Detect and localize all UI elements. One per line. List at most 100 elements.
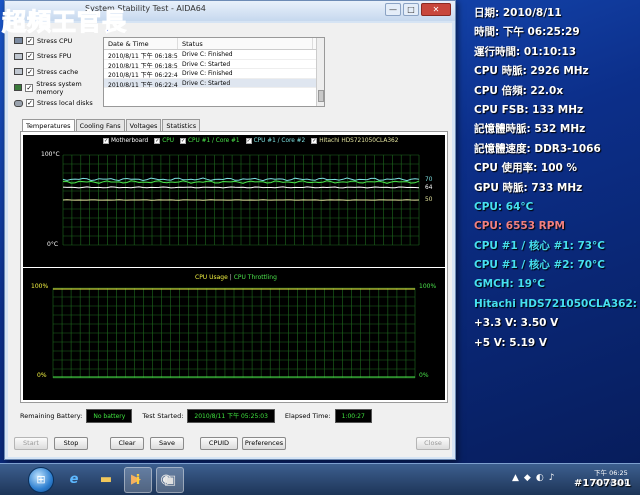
stress-cache-option[interactable]: ✓ Stress cache: [14, 64, 104, 80]
log-status-cell: Drive C: Started: [182, 79, 231, 87]
log-scrollbar[interactable]: [316, 38, 324, 106]
usage-legend: CPU Usage | CPU Throttling: [195, 274, 277, 281]
table-row[interactable]: 2010/8/11 下午 06:22:42 Drive C: Finished: [104, 69, 324, 79]
elapsed-time-label: Elapsed Time:: [284, 412, 331, 420]
disk-icon: [14, 99, 23, 107]
event-log-table[interactable]: Date & Time Status 2010/8/11 下午 06:18:52…: [103, 37, 325, 107]
internet-explorer-icon[interactable]: e: [60, 467, 88, 493]
legend-checkbox[interactable]: ✓: [154, 138, 161, 144]
info-core2-temp: CPU #1 / 核心 #2: 70°C: [474, 259, 606, 272]
log-header-date[interactable]: Date & Time: [104, 38, 178, 49]
legend-label: Hitachi HDS721050CLA362: [319, 138, 399, 144]
tab-cooling-fans[interactable]: Cooling Fans: [75, 119, 125, 131]
log-status-cell: Drive C: Finished: [182, 51, 233, 58]
core2-value-label: 70: [425, 177, 433, 183]
info-cpu-multiplier: CPU 倍頻: 22.0x: [474, 84, 564, 97]
system-info-overlay: 日期: 2010/8/11 時間: 下午 06:25:29 運行時間: 01:1…: [474, 4, 640, 353]
status-row: Remaining Battery: No battery Test Start…: [20, 409, 382, 423]
stress-memory-checkbox[interactable]: ✓: [25, 83, 34, 92]
log-date-cell: 2010/8/11 下午 06:22:42: [108, 81, 178, 88]
tab-voltages[interactable]: Voltages: [125, 119, 162, 131]
log-status-cell: Drive C: Started: [182, 60, 231, 68]
info-gpu-clock: GPU 時脈: 733 MHz: [474, 181, 583, 194]
temp-axis-top: 100°C: [41, 151, 60, 158]
info-core1-temp: CPU #1 / 核心 #1: 73°C: [474, 239, 606, 252]
watermark-text: 超頻王官長: [2, 7, 127, 37]
log-header-status[interactable]: Status: [178, 38, 313, 49]
table-row[interactable]: 2010/8/11 下午 06:18:52 Drive C: Started: [104, 60, 324, 69]
log-date-cell: 2010/8/11 下午 06:18:52: [108, 62, 178, 69]
save-button[interactable]: Save: [150, 437, 184, 450]
log-scrollbar-thumb[interactable]: [318, 90, 324, 102]
table-row[interactable]: 2010/8/11 下午 06:22:42 Drive C: Started: [104, 78, 324, 88]
stress-options-list: ✓ Stress CPU ✓ Stress FPU ✓ Stress cache…: [14, 33, 104, 111]
stress-cache-checkbox[interactable]: ✓: [26, 67, 34, 76]
action-center-icon[interactable]: ◆: [524, 473, 531, 483]
network-icon[interactable]: ◐: [536, 473, 544, 483]
memory-icon: [14, 84, 23, 92]
usage-axis-bottom-left: 0%: [37, 372, 47, 379]
preferences-button[interactable]: Preferences: [242, 437, 286, 450]
cpuid-button[interactable]: CPUID: [200, 437, 238, 450]
info-cpu-usage: CPU 使用率: 100 %: [474, 162, 578, 175]
start-button[interactable]: Start: [14, 437, 48, 450]
legend-hdd[interactable]: ✓ Hitachi HDS721050CLA362: [311, 138, 398, 144]
fpu-icon: [14, 52, 23, 60]
stop-button[interactable]: Stop: [54, 437, 88, 450]
hdd-value-label: 50: [425, 197, 433, 203]
info-date: 日期: 2010/8/11: [474, 7, 562, 19]
tab-statistics[interactable]: Statistics: [162, 119, 201, 131]
log-date-cell: 2010/8/11 下午 06:22:42: [108, 72, 178, 78]
stress-cpu-label: Stress CPU: [37, 36, 73, 45]
usage-axis-bottom-right: 0%: [419, 372, 429, 379]
legend-cpu[interactable]: ✓ CPU: [154, 138, 174, 144]
legend-checkbox[interactable]: ✓: [311, 138, 318, 144]
system-tray: ▲ ◆ ◐ ♪: [512, 473, 554, 483]
stress-fpu-option[interactable]: ✓ Stress FPU: [14, 49, 104, 65]
temperature-chart-svg: [62, 154, 420, 246]
clear-button[interactable]: Clear: [110, 437, 144, 450]
cpu-value-label: 64: [425, 185, 433, 191]
legend-core2[interactable]: ✓ CPU #1 / Core #2: [245, 138, 305, 144]
temperatures-panel: ✓ Motherboard ✓ CPU ✓ CPU #1 / Core #1 ✓ CPU…: [20, 131, 448, 403]
show-hidden-icons-icon[interactable]: ▲: [512, 473, 519, 483]
tab-temperatures[interactable]: Temperatures: [22, 119, 75, 131]
stress-memory-option[interactable]: ✓ Stress system memory: [14, 80, 104, 96]
legend-motherboard[interactable]: ✓ Motherboard: [103, 138, 148, 144]
log-date-cell: 2010/8/11 下午 06:18:52: [108, 53, 178, 59]
explorer-folder-icon[interactable]: ▬: [92, 467, 120, 493]
test-started-label: Test Started:: [142, 412, 184, 420]
info-uptime: 運行時間: 01:10:13: [474, 45, 577, 58]
legend-cpu-usage: CPU Usage: [195, 274, 228, 281]
stress-disks-option[interactable]: ✓ Stress local disks: [14, 95, 104, 111]
close-window-button[interactable]: ✕: [421, 3, 451, 16]
temp-axis-bottom: 0°C: [47, 241, 59, 248]
legend-checkbox[interactable]: ✓: [103, 138, 109, 144]
maximize-button[interactable]: □: [403, 3, 419, 16]
window-client-area: ✓ Stress CPU ✓ Stress FPU ✓ Stress cache…: [8, 23, 452, 457]
volume-icon[interactable]: ♪: [549, 473, 555, 483]
info-5v-voltage: +5 V: 5.19 V: [474, 336, 547, 349]
battery-label: Remaining Battery:: [20, 412, 83, 420]
stress-cpu-checkbox[interactable]: ✓: [26, 36, 34, 45]
aida64-icon[interactable]: ▣: [156, 467, 184, 493]
stress-disks-checkbox[interactable]: ✓: [26, 99, 34, 108]
info-gmch-temp: GMCH: 19°C: [474, 278, 545, 291]
legend-label: Motherboard: [111, 138, 149, 144]
close-button[interactable]: Close: [416, 437, 450, 450]
minimize-button[interactable]: —: [385, 3, 401, 16]
legend-checkbox[interactable]: ✓: [179, 138, 186, 144]
stress-fpu-checkbox[interactable]: ✓: [26, 52, 34, 61]
info-app-icon[interactable]: i: [124, 467, 152, 493]
cpu-usage-chart-svg: [52, 287, 416, 379]
usage-axis-top-left: 100%: [31, 283, 49, 290]
legend-checkbox[interactable]: ✓: [245, 138, 252, 144]
test-started-value: 2010/8/11 下午 05:25:03: [187, 409, 275, 423]
stress-memory-label: Stress system memory: [36, 79, 82, 96]
legend-core1[interactable]: ✓ CPU #1 / Core #1: [179, 138, 240, 144]
cpu-icon: [14, 37, 23, 45]
table-row[interactable]: 2010/8/11 下午 06:18:52 Drive C: Finished: [104, 50, 324, 60]
elapsed-time-value: 1:00:27: [334, 409, 372, 423]
info-memory-clock: 記憶體時脈: 532 MHz: [474, 123, 586, 136]
legend-label: CPU #1 / Core #1: [187, 138, 240, 144]
